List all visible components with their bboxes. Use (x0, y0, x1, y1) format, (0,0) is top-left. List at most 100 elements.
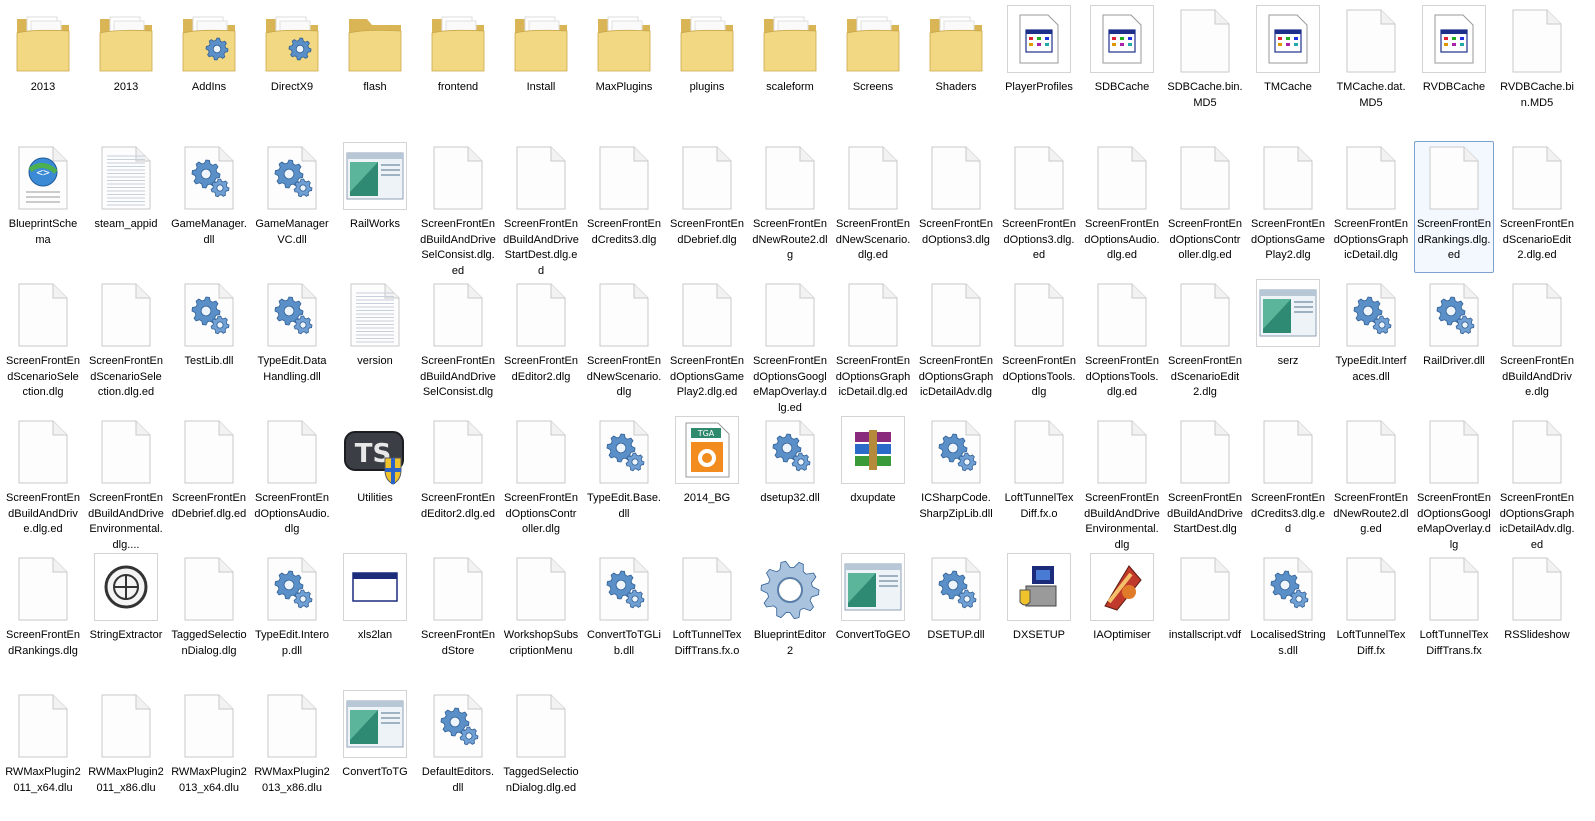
file-item-73[interactable]: ScreenFrontEndNewRoute2.dlg.ed (1331, 415, 1411, 547)
file-item-95[interactable]: RWMaxPlugin2011_x64.dlu (3, 689, 83, 821)
file-item-23[interactable]: RailWorks (335, 141, 415, 273)
file-item-49[interactable]: ScreenFrontEndOptionsGraphicDetailAdv.dl… (916, 278, 996, 410)
file-item-24[interactable]: ScreenFrontEndBuildAndDriveSelConsist.dl… (418, 141, 498, 277)
file-item-84[interactable]: LoftTunnelTexDiffTrans.fx.o (667, 552, 747, 684)
file-item-16[interactable]: TMCache.dat.MD5 (1331, 4, 1411, 136)
file-item-76[interactable]: ScreenFrontEndRankings.dlg (3, 552, 83, 684)
file-item-30[interactable]: ScreenFrontEndOptions3.dlg (916, 141, 996, 273)
file-item-85[interactable]: BlueprintEditor2 (750, 552, 830, 684)
file-item-2[interactable]: AddIns (169, 4, 249, 136)
file-item-33[interactable]: ScreenFrontEndOptionsController.dlg.ed (1165, 141, 1245, 273)
file-item-45[interactable]: ScreenFrontEndNewScenario.dlg (584, 278, 664, 410)
file-item-82[interactable]: WorkshopSubscriptionMenu (501, 552, 581, 684)
file-item-20[interactable]: steam_appid (86, 141, 166, 273)
file-item-70[interactable]: ScreenFrontEndBuildAndDriveEnvironmental… (1082, 415, 1162, 551)
file-item-13[interactable]: SDBCache (1082, 4, 1162, 136)
file-item-62[interactable]: ScreenFrontEndEditor2.dlg.ed (418, 415, 498, 547)
file-item-60[interactable]: ScreenFrontEndOptionsAudio.dlg (252, 415, 332, 547)
file-item-41[interactable]: TypeEdit.DataHandling.dll (252, 278, 332, 410)
file-item-63[interactable]: ScreenFrontEndOptionsController.dlg (501, 415, 581, 547)
file-item-26[interactable]: ScreenFrontEndCredits3.dlg (584, 141, 664, 273)
file-item-27[interactable]: ScreenFrontEndDebrief.dlg (667, 141, 747, 273)
file-item-83[interactable]: ConvertToTGLib.dll (584, 552, 664, 684)
file-item-34[interactable]: ScreenFrontEndOptionsGamePlay2.dlg (1248, 141, 1328, 273)
file-item-5[interactable]: frontend (418, 4, 498, 136)
file-item-89[interactable]: IAOptimiser (1082, 552, 1162, 684)
file-item-17[interactable]: RVDBCache (1414, 4, 1494, 136)
file-item-66[interactable]: dsetup32.dll (750, 415, 830, 547)
file-item-59[interactable]: ScreenFrontEndDebrief.dlg.ed (169, 415, 249, 547)
file-item-31[interactable]: ScreenFrontEndOptions3.dlg.ed (999, 141, 1079, 273)
file-item-92[interactable]: LoftTunnelTexDiff.fx (1331, 552, 1411, 684)
file-item-79[interactable]: TypeEdit.Interop.dll (252, 552, 332, 684)
file-item-39[interactable]: ScreenFrontEndScenarioSelection.dlg.ed (86, 278, 166, 410)
file-item-40[interactable]: TestLib.dll (169, 278, 249, 410)
file-item-29[interactable]: ScreenFrontEndNewScenario.dlg.ed (833, 141, 913, 273)
file-item-32[interactable]: ScreenFrontEndOptionsAudio.dlg.ed (1082, 141, 1162, 273)
file-item-37[interactable]: ScreenFrontEndScenarioEdit2.dlg.ed (1497, 141, 1577, 273)
file-item-8[interactable]: plugins (667, 4, 747, 136)
file-item-99[interactable]: ConvertToTG (335, 689, 415, 821)
file-item-53[interactable]: serz (1248, 278, 1328, 410)
file-item-12[interactable]: PlayerProfiles (999, 4, 1079, 136)
file-item-38[interactable]: ScreenFrontEndScenarioSelection.dlg (3, 278, 83, 410)
file-item-55[interactable]: RailDriver.dll (1414, 278, 1494, 410)
file-item-4[interactable]: flash (335, 4, 415, 136)
file-item-19[interactable]: <> BlueprintSchema (3, 141, 83, 273)
file-item-15[interactable]: TMCache (1248, 4, 1328, 136)
file-item-7[interactable]: MaxPlugins (584, 4, 664, 136)
file-item-28[interactable]: ScreenFrontEndNewRoute2.dlg (750, 141, 830, 273)
file-item-43[interactable]: ScreenFrontEndBuildAndDriveSelConsist.dl… (418, 278, 498, 410)
file-item-91[interactable]: LocalisedStrings.dll (1248, 552, 1328, 684)
file-item-10[interactable]: Screens (833, 4, 913, 136)
file-item-98[interactable]: RWMaxPlugin2013_x86.dlu (252, 689, 332, 821)
file-item-61[interactable]: TS Utilities (335, 415, 415, 547)
file-item-18[interactable]: RVDBCache.bin.MD5 (1497, 4, 1577, 136)
file-item-71[interactable]: ScreenFrontEndBuildAndDriveStartDest.dlg (1165, 415, 1245, 547)
file-item-42[interactable]: version (335, 278, 415, 410)
file-item-64[interactable]: TypeEdit.Base.dll (584, 415, 664, 547)
file-item-14[interactable]: SDBCache.bin.MD5 (1165, 4, 1245, 136)
file-item-101[interactable]: TaggedSelectionDialog.dlg.ed (501, 689, 581, 821)
file-item-6[interactable]: Install (501, 4, 581, 136)
file-item-94[interactable]: RSSlideshow (1497, 552, 1577, 684)
file-item-9[interactable]: scaleform (750, 4, 830, 136)
file-item-78[interactable]: TaggedSelectionDialog.dlg (169, 552, 249, 684)
file-item-52[interactable]: ScreenFrontEndScenarioEdit2.dlg (1165, 278, 1245, 410)
file-item-50[interactable]: ScreenFrontEndOptionsTools.dlg (999, 278, 1079, 410)
file-item-87[interactable]: DSETUP.dll (916, 552, 996, 684)
file-item-68[interactable]: ICSharpCode.SharpZipLib.dll (916, 415, 996, 547)
file-item-81[interactable]: ScreenFrontEndStore (418, 552, 498, 684)
file-item-57[interactable]: ScreenFrontEndBuildAndDrive.dlg.ed (3, 415, 83, 547)
file-item-56[interactable]: ScreenFrontEndBuildAndDrive.dlg (1497, 278, 1577, 410)
file-item-22[interactable]: GameManagerVC.dll (252, 141, 332, 273)
file-item-11[interactable]: Shaders (916, 4, 996, 136)
file-item-21[interactable]: GameManager.dll (169, 141, 249, 273)
file-item-54[interactable]: TypeEdit.Interfaces.dll (1331, 278, 1411, 410)
file-item-80[interactable]: xls2lan (335, 552, 415, 684)
file-item-74[interactable]: ScreenFrontEndOptionsGoogleMapOverlay.dl… (1414, 415, 1494, 551)
file-item-1[interactable]: 2013 (86, 4, 166, 136)
file-item-72[interactable]: ScreenFrontEndCredits3.dlg.ed (1248, 415, 1328, 547)
file-item-77[interactable]: StringExtractor (86, 552, 166, 684)
file-item-35[interactable]: ScreenFrontEndOptionsGraphicDetail.dlg (1331, 141, 1411, 273)
file-item-86[interactable]: ConvertToGEO (833, 552, 913, 684)
file-item-69[interactable]: LoftTunnelTexDiff.fx.o (999, 415, 1079, 547)
file-item-0[interactable]: 2013 (3, 4, 83, 136)
file-item-48[interactable]: ScreenFrontEndOptionsGraphicDetail.dlg.e… (833, 278, 913, 410)
file-item-44[interactable]: ScreenFrontEndEditor2.dlg (501, 278, 581, 410)
file-item-46[interactable]: ScreenFrontEndOptionsGamePlay2.dlg.ed (667, 278, 747, 410)
file-item-47[interactable]: ScreenFrontEndOptionsGoogleMapOverlay.dl… (750, 278, 830, 414)
file-item-97[interactable]: RWMaxPlugin2013_x64.dlu (169, 689, 249, 821)
file-item-93[interactable]: LoftTunnelTexDiffTrans.fx (1414, 552, 1494, 684)
file-item-90[interactable]: installscript.vdf (1165, 552, 1245, 684)
file-item-65[interactable]: TGA 2014_BG (667, 415, 747, 547)
file-item-51[interactable]: ScreenFrontEndOptionsTools.dlg.ed (1082, 278, 1162, 410)
file-item-58[interactable]: ScreenFrontEndBuildAndDriveEnvironmental… (86, 415, 166, 551)
file-item-75[interactable]: ScreenFrontEndOptionsGraphicDetailAdv.dl… (1497, 415, 1577, 551)
file-item-36[interactable]: ScreenFrontEndRankings.dlg.ed (1414, 141, 1494, 273)
file-item-96[interactable]: RWMaxPlugin2011_x86.dlu (86, 689, 166, 821)
file-item-100[interactable]: DefaultEditors.dll (418, 689, 498, 821)
file-item-67[interactable]: dxupdate (833, 415, 913, 547)
file-item-25[interactable]: ScreenFrontEndBuildAndDriveStartDest.dlg… (501, 141, 581, 277)
